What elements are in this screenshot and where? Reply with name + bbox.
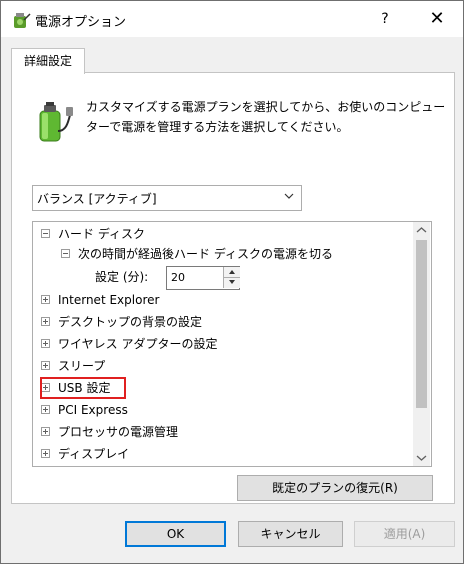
- tree-item-desktop-background[interactable]: デスクトップの背景の設定: [41, 312, 202, 332]
- help-button[interactable]: ?: [371, 7, 399, 31]
- tree-item-pci-express[interactable]: PCI Express: [41, 400, 128, 420]
- tree-item-processor[interactable]: プロセッサの電源管理: [41, 422, 178, 442]
- power-options-window: 電源オプション ? ✕ 詳細設定 カスタマイズする電源プランを選択してから、お使…: [0, 0, 464, 564]
- expand-icon[interactable]: [41, 449, 50, 458]
- expand-icon[interactable]: [41, 295, 50, 304]
- minutes-input[interactable]: [167, 267, 225, 287]
- scroll-up-icon[interactable]: [413, 222, 430, 239]
- tab-advanced-settings[interactable]: 詳細設定: [11, 48, 85, 74]
- ok-button[interactable]: OK: [125, 521, 226, 547]
- close-button[interactable]: ✕: [421, 7, 453, 31]
- title-bar: 電源オプション ? ✕: [1, 1, 463, 37]
- window-title: 電源オプション: [35, 15, 127, 30]
- tree-item-hard-disk[interactable]: ハード ディスク: [41, 224, 145, 244]
- close-icon: ✕: [429, 8, 445, 29]
- scrollbar-thumb[interactable]: [416, 240, 427, 408]
- usb-highlight-box: [40, 377, 126, 399]
- plan-description: カスタマイズする電源プランを選択してから、お使いのコンピューターで電源を管理する…: [86, 100, 446, 134]
- setting-minutes-label: 設定 (分):: [95, 270, 149, 284]
- advanced-settings-panel: カスタマイズする電源プランを選択してから、お使いのコンピューターで電源を管理する…: [11, 72, 455, 504]
- tree-scrollbar[interactable]: [413, 222, 430, 466]
- expand-icon[interactable]: [41, 405, 50, 414]
- expand-icon[interactable]: [41, 427, 50, 436]
- tree-item-wireless-adapter[interactable]: ワイヤレス アダプターの設定: [41, 334, 217, 354]
- tree-item-display[interactable]: ディスプレイ: [41, 444, 129, 464]
- restore-default-plan-button[interactable]: 既定のプランの復元(R): [237, 475, 433, 501]
- settings-tree[interactable]: ハード ディスク 次の時間が経過後ハード ディスクの電源を切る 設定 (分): …: [32, 221, 432, 467]
- spin-down-icon[interactable]: [223, 278, 240, 288]
- scroll-down-icon[interactable]: [413, 449, 430, 466]
- tree-item-sleep[interactable]: スリープ: [41, 356, 105, 376]
- battery-plug-icon: [39, 102, 73, 142]
- power-plan-value: バランス [アクティブ]: [37, 192, 157, 206]
- collapse-icon[interactable]: [61, 249, 70, 258]
- expand-icon[interactable]: [41, 361, 50, 370]
- chevron-down-icon: [284, 193, 294, 199]
- expand-icon[interactable]: [41, 317, 50, 326]
- cancel-button[interactable]: キャンセル: [238, 521, 343, 547]
- spin-up-icon[interactable]: [223, 267, 240, 278]
- tree-item-internet-explorer[interactable]: Internet Explorer: [41, 290, 159, 310]
- power-options-app-icon: [14, 13, 31, 28]
- apply-button[interactable]: 適用(A): [354, 521, 455, 547]
- expand-icon[interactable]: [41, 339, 50, 348]
- tree-item-hard-disk-timeout[interactable]: 次の時間が経過後ハード ディスクの電源を切る: [61, 244, 333, 264]
- power-plan-dropdown[interactable]: バランス [アクティブ]: [32, 185, 302, 211]
- collapse-icon[interactable]: [41, 229, 50, 238]
- minutes-spinbox[interactable]: [166, 266, 240, 290]
